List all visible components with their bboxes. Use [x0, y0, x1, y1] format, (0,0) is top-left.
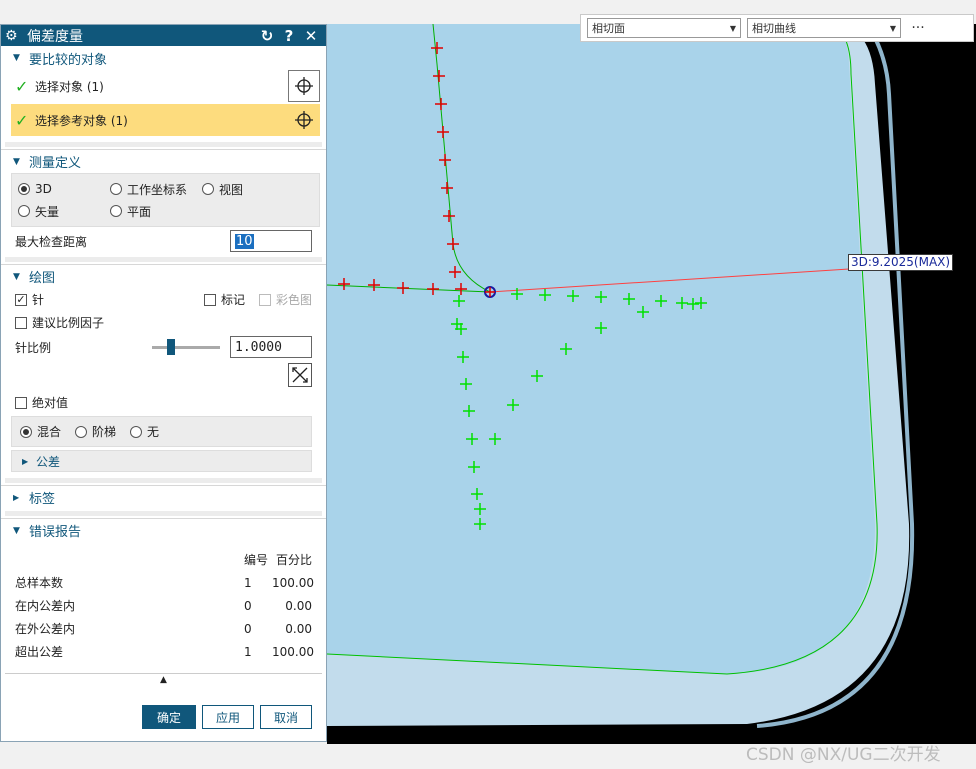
select-object-row[interactable]: ✓ 选择对象 (1) [11, 70, 320, 102]
suggest-scale-checkbox[interactable]: 建议比例因子 [15, 314, 104, 331]
crosshair-icon[interactable] [288, 70, 320, 102]
deviation-measure-dialog: ⚙ 偏差度量 ↻ ? ✕ ▼ 要比较的对象 ✓ 选择对象 (1) ✓ 选择参考对… [0, 24, 327, 742]
watermark: CSDN @NX/UG二次开发 [746, 745, 941, 765]
section-measure-header[interactable]: ▼ 测量定义 [1, 149, 326, 173]
collapse-triangle-icon: ▼ [13, 156, 20, 167]
error-report-table: 编号 百分比 总样本数 1 100.00 在内公差内 0 0.00 在外公差内 … [1, 548, 326, 663]
radio-plane[interactable]: 平面 [110, 203, 151, 220]
radio-wcs[interactable]: 工作坐标系 [110, 181, 202, 198]
col-number-header: 编号 [244, 553, 269, 567]
collapse-triangle-icon: ▼ [13, 525, 20, 536]
mode-options-group: 混合 阶梯 无 [11, 416, 312, 447]
application-window: { "dialog": { "title": "偏差度量", "reset_gl… [0, 0, 976, 769]
chevron-down-icon: ▼ [729, 23, 736, 33]
section-drawing-header[interactable]: ▼ 绘图 [1, 264, 326, 288]
apply-button[interactable]: 应用 [202, 705, 254, 729]
radio-3d[interactable]: 3D [18, 182, 110, 196]
max-distance-row: 最大检查距离 10 [1, 227, 326, 255]
needle-scale-slider[interactable] [152, 339, 220, 355]
more-icon[interactable]: ··· [907, 21, 929, 35]
help-icon[interactable]: ? [278, 27, 300, 45]
mark-checkbox[interactable]: 标记 [203, 291, 245, 308]
radio-vector[interactable]: 矢量 [18, 203, 110, 220]
gear-icon[interactable]: ⚙ [5, 28, 23, 44]
section-objects-panel: ✓ 选择对象 (1) ✓ 选择参考对象 (1) [11, 70, 320, 136]
max-distance-input[interactable]: 10 [230, 230, 312, 252]
radio-mixed[interactable]: 混合 [20, 423, 61, 440]
needle-scale-input[interactable]: 1.0000 [230, 336, 312, 358]
section-labels-header[interactable]: ▶ 标签 [1, 485, 326, 509]
check-icon: ✓ [15, 76, 29, 96]
table-row: 超出公差 1 100.00 [15, 644, 314, 660]
fit-scale-icon[interactable] [288, 363, 312, 387]
chevron-down-icon: ▼ [889, 23, 896, 33]
slider-thumb[interactable] [167, 339, 175, 355]
part-top-surface [327, 24, 876, 674]
expand-triangle-icon: ▶ [13, 493, 20, 502]
section-report-header[interactable]: ▼ 错误报告 [1, 518, 326, 542]
table-row: 在内公差内 0 0.00 [15, 598, 312, 614]
expand-triangle-icon: ▶ [22, 456, 29, 466]
reset-icon[interactable]: ↻ [256, 27, 278, 45]
viewport-toolbar: 相切面 ▼ 相切曲线 ▼ ··· [580, 14, 974, 42]
model-view-canvas[interactable] [327, 24, 976, 744]
collapse-more-icon[interactable]: ▲ [5, 673, 322, 685]
table-row: 总样本数 1 100.00 [15, 575, 314, 591]
close-icon[interactable]: ✕ [300, 27, 322, 45]
dialog-title: 偏差度量 [27, 28, 83, 45]
collapse-triangle-icon: ▼ [13, 53, 20, 63]
col-percent-header: 百分比 [275, 553, 312, 567]
table-row: 在外公差内 0 0.00 [15, 621, 312, 637]
crosshair-icon[interactable] [288, 104, 320, 136]
section-objects-header[interactable]: ▼ 要比较的对象 [1, 46, 326, 70]
cancel-button[interactable]: 取消 [260, 705, 312, 729]
collapse-triangle-icon: ▼ [13, 271, 20, 282]
ok-button[interactable]: 确定 [142, 705, 196, 729]
graphics-viewport[interactable] [327, 24, 976, 744]
measure-options-group: 3D 工作坐标系 视图 矢量 平面 [11, 173, 320, 227]
radio-none[interactable]: 无 [130, 423, 159, 440]
dialog-buttons: 确定 应用 取消 [142, 705, 312, 729]
absolute-value-checkbox[interactable]: 绝对值 [15, 394, 68, 411]
color-map-checkbox[interactable]: 彩色图 [258, 291, 312, 308]
select-reference-row[interactable]: ✓ 选择参考对象 (1) [11, 104, 320, 136]
curve-rule-select[interactable]: 相切曲线 ▼ [747, 18, 901, 38]
needle-checkbox[interactable]: ✓ 针 [15, 291, 44, 308]
section-drawing-panel: ✓ 针 标记 彩色图 建议比例因子 针比例 1.0000 绝对值 [15, 291, 312, 411]
tolerance-subsection[interactable]: ▶ 公差 [11, 450, 312, 472]
check-icon: ✓ [15, 110, 29, 130]
dialog-titlebar[interactable]: ⚙ 偏差度量 ↻ ? ✕ [1, 25, 326, 46]
radio-view[interactable]: 视图 [202, 181, 243, 198]
face-rule-select[interactable]: 相切面 ▼ [587, 18, 741, 38]
radio-step[interactable]: 阶梯 [75, 423, 116, 440]
max-deviation-label: 3D:9.2025(MAX) [848, 254, 954, 271]
